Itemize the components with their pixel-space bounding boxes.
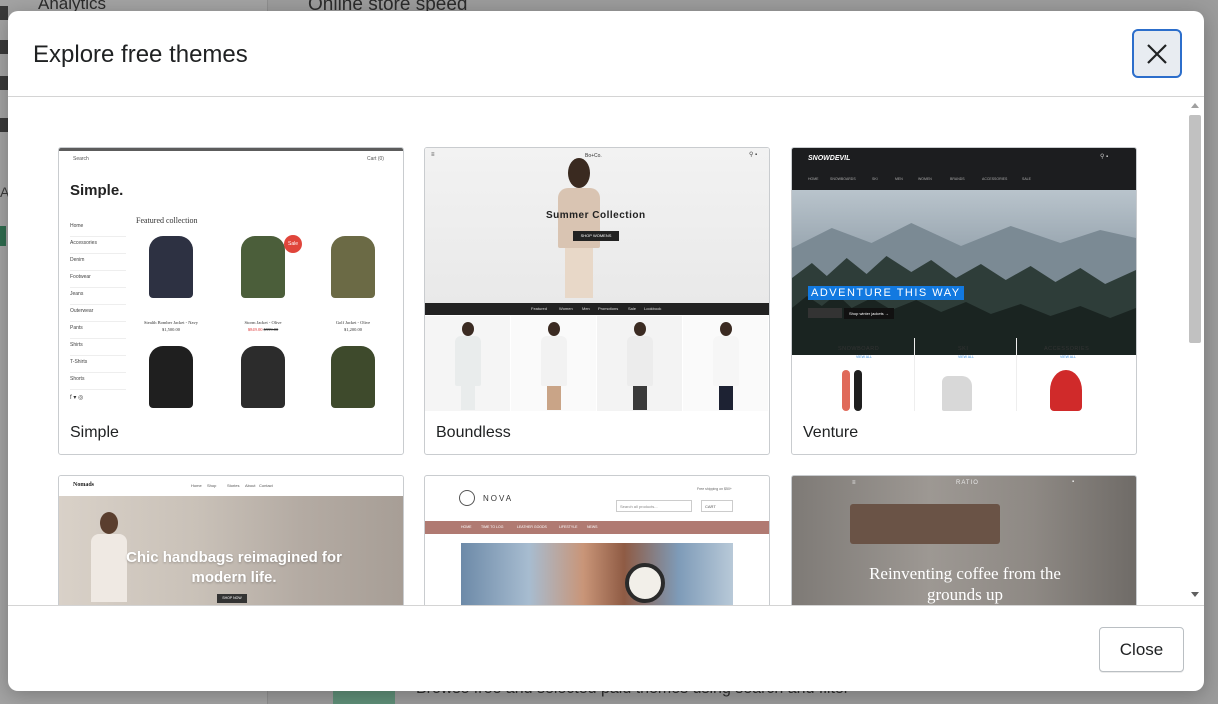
theme-name: Venture bbox=[803, 424, 859, 441]
preview-menu-item: Denim bbox=[70, 254, 126, 271]
preview-product-tile bbox=[425, 316, 510, 411]
modal-close-x-button[interactable] bbox=[1132, 29, 1182, 78]
preview-menu-item: Pants bbox=[70, 322, 126, 339]
preview-logo: NOVA bbox=[483, 494, 514, 503]
analytics-icon bbox=[0, 6, 8, 20]
preview-product-tile bbox=[683, 316, 768, 411]
preview-navbar: Featured Women Men Promotions Sale Lookb… bbox=[425, 303, 769, 315]
preview-search: Search bbox=[73, 156, 89, 162]
preview-divider bbox=[914, 338, 915, 411]
sale-badge: Sale bbox=[284, 235, 302, 253]
preview-headline: Reinventing coffee from the grounds up bbox=[869, 564, 1061, 604]
preview-topbar bbox=[59, 148, 403, 151]
preview-cart: Cart (0) bbox=[367, 156, 384, 162]
preview-snowboard bbox=[854, 370, 862, 411]
modal-title: Explore free themes bbox=[33, 41, 248, 68]
preview-logo: RATIO bbox=[956, 480, 979, 486]
preview-menu-item: Shirts bbox=[70, 339, 126, 356]
modal-header: Explore free themes bbox=[8, 11, 1204, 97]
preview-product-caption: Storm Jacket - Olive $849.00 $999.00 bbox=[244, 320, 282, 332]
modal-footer: Close bbox=[8, 605, 1204, 691]
preview-product-image bbox=[141, 234, 201, 302]
search-cart-icons: ⚲ ▪ bbox=[1100, 154, 1109, 160]
apps-icon bbox=[0, 118, 8, 132]
preview-coffee-machine bbox=[850, 504, 1000, 544]
modal-scrollbar[interactable] bbox=[1186, 97, 1204, 605]
menu-icon: ≡ bbox=[852, 480, 856, 486]
preview-logo: Simple. bbox=[70, 182, 124, 199]
scrollbar-thumb[interactable] bbox=[1189, 115, 1201, 343]
social-icons: f ▾ ◎ bbox=[70, 395, 84, 401]
preview-model bbox=[553, 158, 603, 298]
preview-button: SHOP NOW bbox=[217, 594, 247, 603]
preview-navbar: HOME TIME TO LOG LEATHER GOODS LIFESTYLE… bbox=[425, 521, 769, 534]
preview-button: SHOP WOMENS bbox=[573, 231, 619, 241]
theme-card-nomads[interactable]: Nomads Home Shop Stories About Contact C… bbox=[58, 475, 404, 605]
theme-card-boundless[interactable]: ≡ Bo+Co. ⚲ ▪ Summer Collection SHOP WOME… bbox=[424, 147, 770, 455]
scroll-down-icon[interactable] bbox=[1191, 592, 1199, 597]
preview-menu-item: Footwear bbox=[70, 271, 126, 288]
settings-icon bbox=[0, 76, 8, 90]
preview-ski-boot bbox=[942, 376, 972, 411]
preview-product-tile bbox=[511, 316, 596, 411]
menu-icon: ≡ bbox=[431, 152, 435, 158]
scroll-up-icon[interactable] bbox=[1191, 103, 1199, 108]
preview-menu-item: Home bbox=[70, 220, 126, 237]
theme-name: Boundless bbox=[436, 424, 511, 441]
preview-mountains bbox=[792, 223, 1136, 355]
sidebar-active-marker bbox=[0, 226, 6, 246]
preview-watch bbox=[625, 563, 665, 603]
theme-card-ratio[interactable]: ≡ RATIO ▪ Reinventing coffee from the gr… bbox=[791, 475, 1137, 605]
theme-preview-venture: SNOWDEVIL ⚲ ▪ HOME SNOWBOARDS SKI MEN WO… bbox=[792, 148, 1136, 411]
close-x-icon bbox=[1147, 43, 1167, 64]
preview-product-image bbox=[233, 344, 293, 411]
theme-card-venture[interactable]: SNOWDEVIL ⚲ ▪ HOME SNOWBOARDS SKI MEN WO… bbox=[791, 147, 1137, 455]
preview-product-tile bbox=[597, 316, 682, 411]
theme-card-nova[interactable]: NOVA Free shipping on $50+ Search all pr… bbox=[424, 475, 770, 605]
preview-logo: Nomads bbox=[73, 482, 95, 488]
preview-slider-arrows bbox=[808, 308, 842, 318]
theme-card-simple[interactable]: Search Cart (0) Simple. Home Accessories… bbox=[58, 147, 404, 455]
preview-product-image bbox=[141, 344, 201, 411]
themes-grid: Search Cart (0) Simple. Home Accessories… bbox=[8, 97, 1204, 605]
preview-menu: Home Accessories Denim Footwear Jeans Ou… bbox=[70, 220, 126, 390]
theme-preview-simple: Search Cart (0) Simple. Home Accessories… bbox=[59, 148, 403, 411]
close-button[interactable]: Close bbox=[1099, 627, 1184, 672]
store-icon bbox=[0, 40, 8, 54]
preview-button: Shop winter jackets → bbox=[844, 308, 894, 319]
explore-themes-modal: Explore free themes Search Cart (0) Simp… bbox=[8, 11, 1204, 691]
search-cart-icons: ⚲ ▪ bbox=[749, 152, 758, 158]
cart-icon: ▪ bbox=[1072, 479, 1075, 485]
preview-product-image bbox=[323, 344, 383, 411]
theme-name: Simple bbox=[70, 424, 119, 441]
nova-emblem-icon bbox=[459, 490, 475, 506]
preview-featured-heading: Featured collection bbox=[136, 216, 198, 225]
preview-shipping: Free shipping on $50+ bbox=[697, 487, 732, 491]
preview-menu-item: Accessories bbox=[70, 237, 126, 254]
preview-product-image bbox=[323, 234, 383, 302]
preview-divider bbox=[1016, 338, 1017, 411]
preview-product-caption: Golf Jacket - Olive $1,200.00 bbox=[335, 320, 371, 332]
preview-search: Search all products... bbox=[616, 500, 692, 512]
preview-snowboard bbox=[842, 370, 850, 411]
preview-headline: Chic handbags reimagined for modern life… bbox=[126, 549, 342, 586]
preview-logo: SNOWDEVIL bbox=[808, 155, 851, 162]
preview-menu-item: T-Shirts bbox=[70, 356, 126, 373]
preview-cart: CART bbox=[701, 500, 733, 512]
preview-beanie bbox=[1050, 370, 1082, 411]
preview-menu-item: Outerwear bbox=[70, 305, 126, 322]
preview-menu-item: Jeans bbox=[70, 288, 126, 305]
preview-headline: Summer Collection bbox=[546, 210, 646, 221]
theme-preview-boundless: ≡ Bo+Co. ⚲ ▪ Summer Collection SHOP WOME… bbox=[425, 148, 769, 411]
preview-product-caption: Stealth Bomber Jacket - Navy $1,500.00 bbox=[144, 320, 198, 332]
preview-menu-item: Shorts bbox=[70, 373, 126, 390]
preview-hero bbox=[461, 543, 733, 605]
preview-headline: ADVENTURE THIS WAY bbox=[808, 286, 964, 300]
